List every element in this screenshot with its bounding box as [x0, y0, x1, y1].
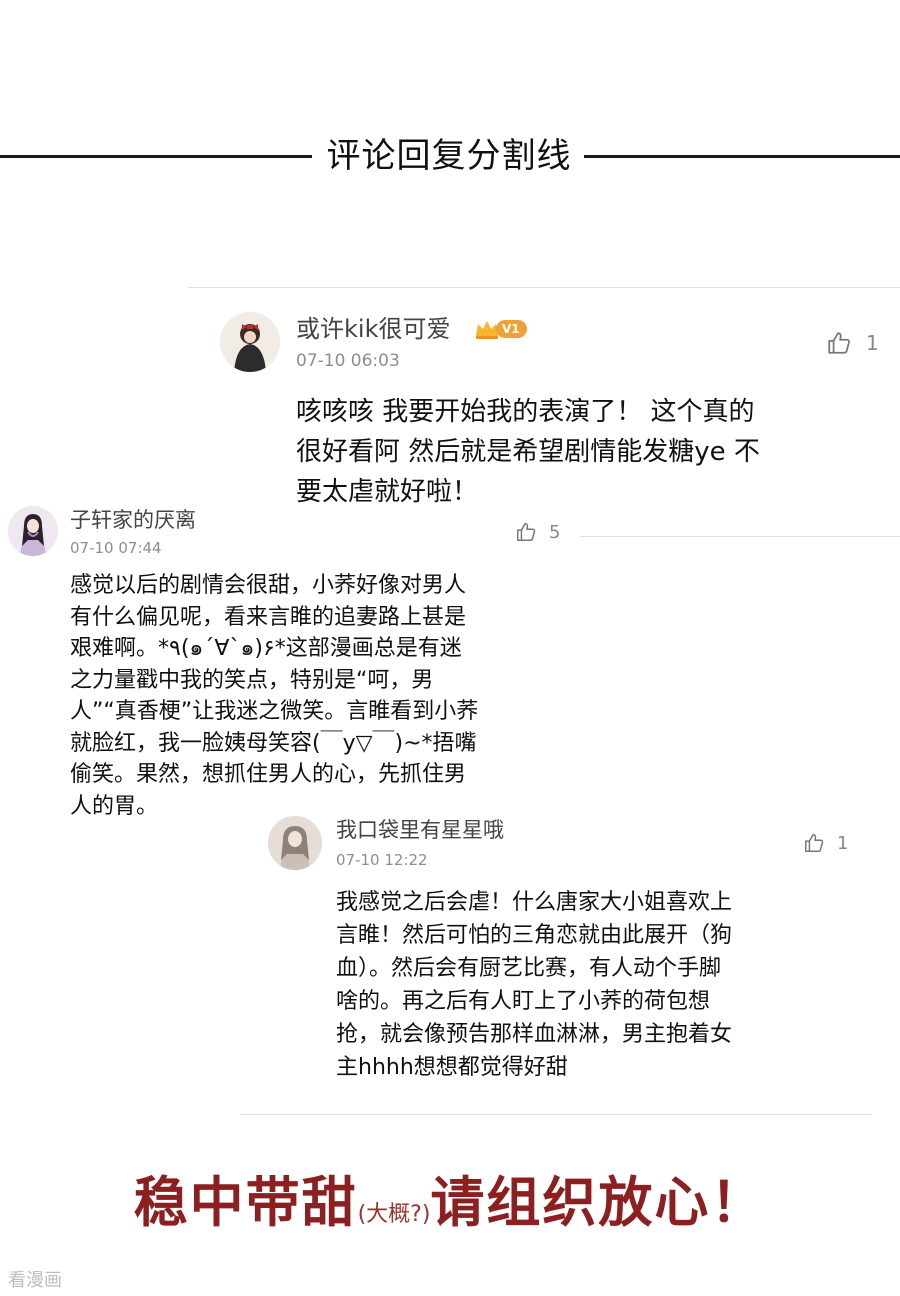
divider-line-right: [584, 155, 900, 158]
comment-line: 偷笑。果然，想抓住男人的心，先抓住男: [70, 762, 467, 787]
comment-line: 感觉以后的剧情会很甜，小荞好像对男人: [70, 573, 467, 598]
timestamp: 07-10 12:22: [336, 851, 428, 869]
comment-line: 就脸红，我一脸姨母笑容(￣y▽￣)~*捂嘴: [70, 730, 477, 756]
comment-line: 主hhhh想想都觉得好甜: [336, 1055, 568, 1080]
comment-line: 很好看阿 然后就是希望剧情能发糖ye 不: [296, 437, 760, 467]
comment-line: 艰难啊。*٩(๑´∀`๑)۶*这部漫画总是有迷: [70, 636, 462, 661]
comment-line: 言睢！然后可怕的三角恋就由此展开（狗: [336, 923, 733, 948]
comment-line: 我感觉之后会虐！什么唐家大小姐喜欢上: [336, 890, 733, 915]
username[interactable]: 或许kik很可爱: [296, 314, 450, 344]
vip-badge: V1: [474, 318, 527, 340]
divider-title: 评论回复分割线: [326, 136, 572, 176]
comment-text: 咳咳咳 我要开始我的表演了！ 这个真的 很好看阿 然后就是希望剧情能发糖ye 不…: [296, 392, 760, 512]
username[interactable]: 子轩家的厌离: [70, 506, 196, 534]
watermark: 看漫画: [8, 1270, 62, 1291]
like-count: 1: [866, 331, 879, 355]
thumbs-up-icon: [828, 332, 850, 354]
comment-line: 血）。然后会有厨艺比赛，有人动个手脚: [336, 956, 722, 981]
comment-line: 有什么偏见呢，看来言睢的追妻路上甚是: [70, 604, 467, 630]
like-button[interactable]: 1: [826, 330, 879, 356]
comment-line: 啥的。再之后有人盯上了小荞的荷包想: [336, 989, 711, 1014]
slogan: 稳中带甜(大概?)请组织放心！: [0, 1168, 900, 1250]
slogan-part: 请组织放心！: [430, 1171, 767, 1234]
thumbs-up-icon: [517, 523, 536, 541]
like-button[interactable]: 1: [803, 832, 848, 854]
avatar[interactable]: [268, 816, 322, 870]
like-count: 1: [837, 832, 849, 854]
avatar[interactable]: [8, 506, 58, 556]
username[interactable]: 我口袋里有星星哦: [336, 816, 504, 844]
comment-line: 人”“真香梗”让我迷之微笑。言睢看到小荞: [70, 699, 479, 724]
slogan-aside: (大概?): [357, 1202, 431, 1227]
timestamp: 07-10 07:44: [70, 539, 162, 557]
comment-text: 我感觉之后会虐！什么唐家大小姐喜欢上 言睢！然后可怕的三角恋就由此展开（狗 血）…: [336, 886, 732, 1084]
comment-text: 感觉以后的剧情会很甜，小荞好像对男人 有什么偏见呢，看来言睢的追妻路上甚是 艰难…: [70, 570, 478, 822]
comment-line: 之力量戳中我的笑点，特别是“呵，男: [70, 667, 434, 693]
thumbs-up-icon: [805, 834, 824, 852]
timestamp: 07-10 06:03: [296, 351, 400, 371]
separator: [188, 287, 900, 288]
reply-divider: 评论回复分割线: [0, 128, 900, 184]
like-count: 5: [549, 521, 561, 543]
separator: [240, 1114, 872, 1115]
comment-line: 要太虐就好啦！: [296, 477, 479, 507]
vip-level: V1: [496, 320, 527, 338]
comment-line: 咳咳咳 我要开始我的表演了！ 这个真的: [296, 397, 755, 427]
like-button[interactable]: 5: [515, 521, 560, 543]
divider-line-left: [0, 155, 312, 158]
avatar[interactable]: [220, 312, 280, 372]
separator: [580, 536, 900, 537]
slogan-part: 稳中带甜: [133, 1171, 358, 1234]
comment-line: 抢，就会像预告那样血淋淋，男主抱着女: [336, 1022, 733, 1047]
